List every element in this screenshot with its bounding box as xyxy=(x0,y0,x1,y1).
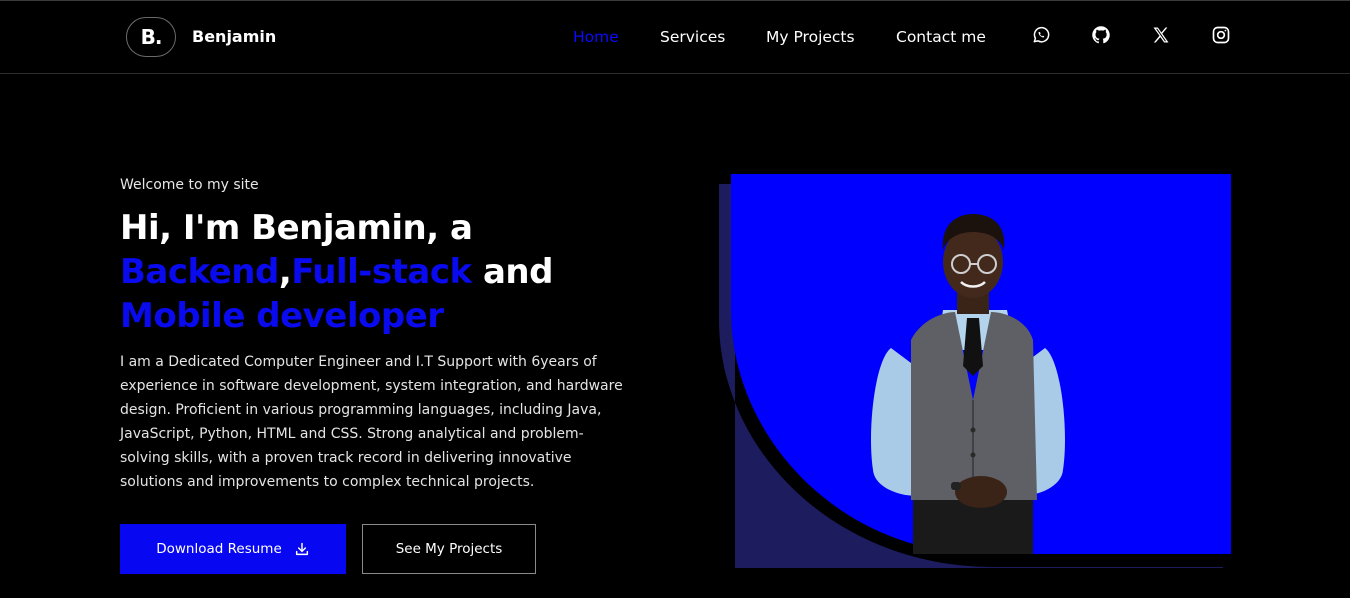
brand-name[interactable]: Benjamin xyxy=(192,27,276,46)
hero-headline: Hi, I'm Benjamin, a Backend,Full-stack a… xyxy=(120,206,680,338)
logo-badge[interactable]: B. xyxy=(126,17,176,57)
hero-description: I am a Dedicated Computer Engineer and I… xyxy=(120,354,623,490)
download-icon xyxy=(295,542,308,556)
headline-line-2: Backend,Full-stack and xyxy=(120,250,680,294)
role-fullstack: Full-stack xyxy=(291,252,472,292)
download-resume-button[interactable]: Download Resume xyxy=(120,524,346,574)
see-my-projects-button[interactable]: See My Projects xyxy=(362,524,536,574)
nav-contact-me[interactable]: Contact me xyxy=(896,28,986,46)
download-resume-label: Download Resume xyxy=(156,541,282,557)
instagram-icon[interactable] xyxy=(1211,25,1231,45)
whatsapp-icon[interactable] xyxy=(1031,25,1051,45)
hero-portrait-image xyxy=(719,174,1231,568)
role-mobile: Mobile developer xyxy=(120,296,444,336)
site-header: B. Benjamin Home Services My Projects Co… xyxy=(0,0,1350,74)
role-and: and xyxy=(471,252,554,292)
welcome-text: Welcome to my site xyxy=(120,177,259,193)
role-backend: Backend xyxy=(120,252,279,292)
github-icon[interactable] xyxy=(1091,25,1111,45)
nav-services[interactable]: Services xyxy=(660,28,725,46)
nav-my-projects[interactable]: My Projects xyxy=(766,28,855,46)
nav-home[interactable]: Home xyxy=(573,28,619,46)
x-icon[interactable] xyxy=(1151,25,1171,45)
role-separator: , xyxy=(278,252,292,292)
headline-line-1: Hi, I'm Benjamin, a xyxy=(120,208,473,248)
